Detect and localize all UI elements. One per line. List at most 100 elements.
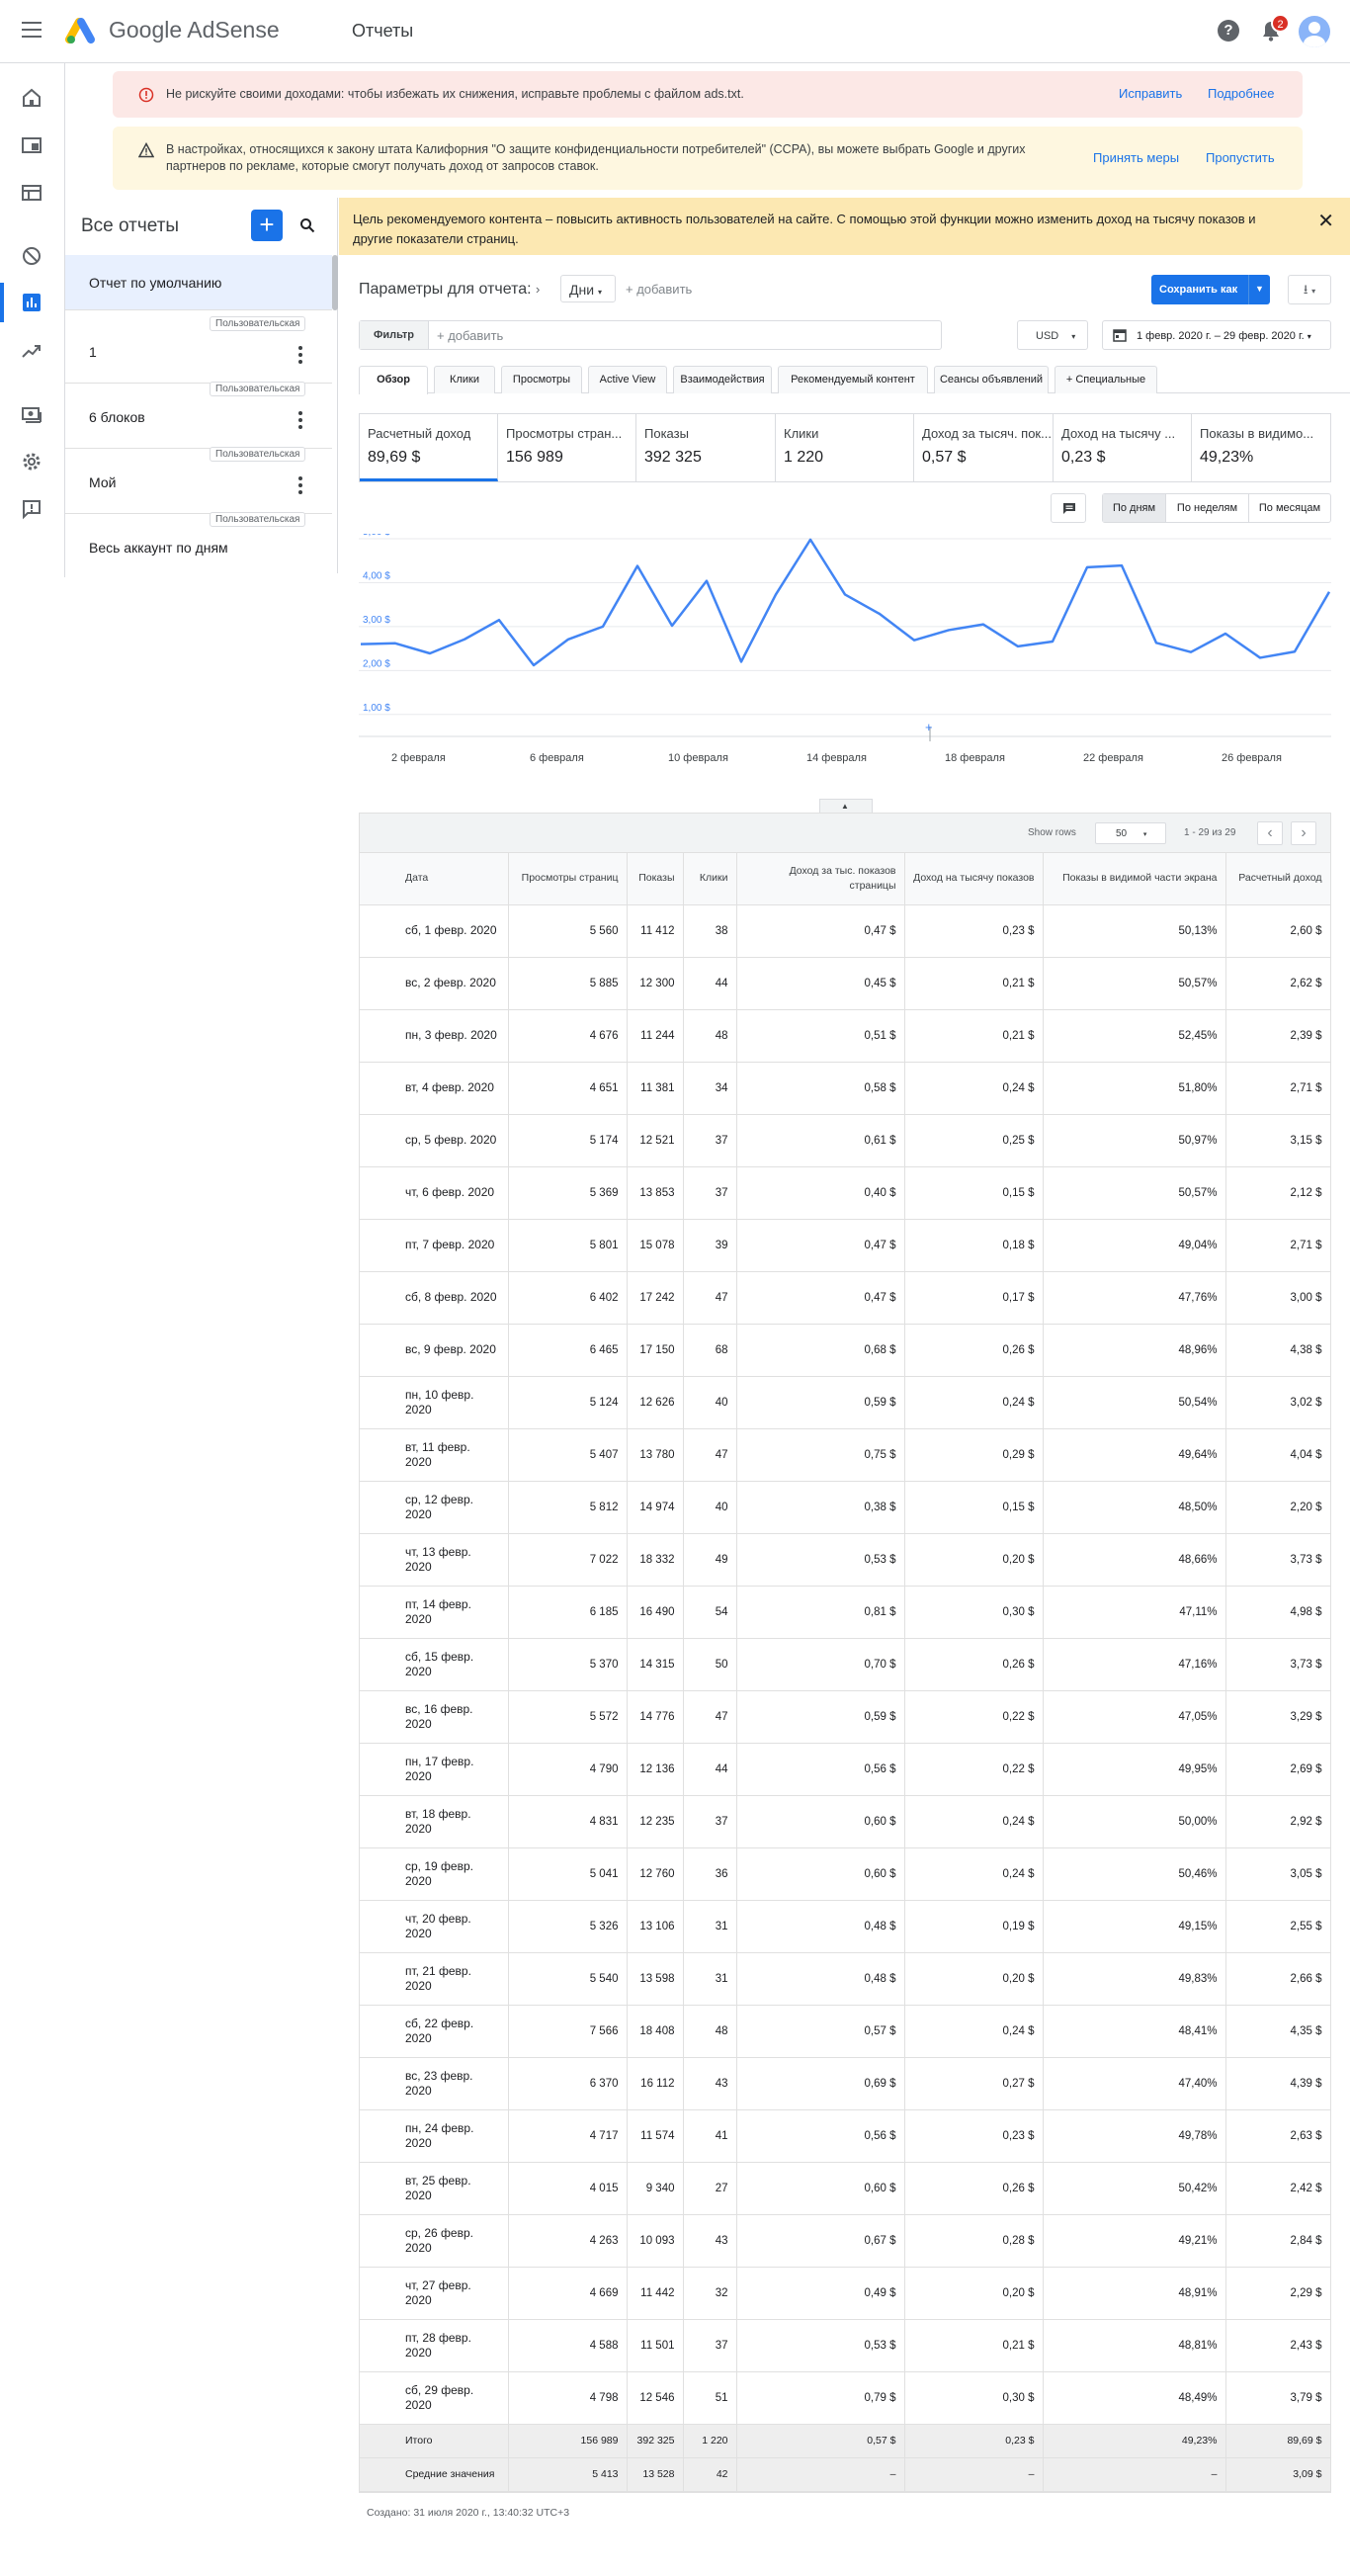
column-header[interactable]: Расчетный доход — [1225, 853, 1331, 905]
by-month-button[interactable]: По месяцам — [1249, 494, 1330, 522]
y-tick-label: 2,00 $ — [363, 658, 390, 669]
metric-card[interactable]: Доход на тысячу ... 0,23 $ — [1054, 414, 1192, 481]
panel-scrollbar[interactable] — [332, 255, 338, 310]
column-header[interactable]: Показы — [627, 853, 684, 905]
metric-card[interactable]: Клики 1 220 — [776, 414, 914, 481]
prev-page-button[interactable]: ‹ — [1257, 821, 1283, 845]
close-icon[interactable]: ✕ — [1317, 212, 1334, 231]
more-link[interactable]: Подробнее — [1208, 86, 1274, 101]
report-item[interactable]: Пользовательская 6 блоков — [65, 382, 332, 449]
sites-icon[interactable] — [21, 182, 42, 204]
tab-overview[interactable]: Обзор — [359, 366, 428, 394]
table-cell: 49 — [683, 1533, 737, 1587]
tab-recommended-content[interactable]: Рекомендуемый контент — [778, 366, 928, 393]
ads-icon[interactable] — [21, 134, 42, 156]
tab-interactions[interactable]: Взаимодействия — [673, 366, 772, 393]
comment-icon — [1063, 503, 1075, 514]
calendar-icon — [1113, 329, 1127, 342]
column-header[interactable]: Доход за тыс. показов страницы — [736, 853, 905, 905]
help-icon[interactable]: ? — [1218, 20, 1239, 42]
column-header[interactable]: Дата — [360, 853, 509, 905]
add-annotation-icon[interactable]: + — [925, 720, 933, 734]
brand-title: Google AdSense — [109, 17, 280, 43]
tab-clicks[interactable]: Клики — [434, 366, 495, 393]
collapse-chart-toggle[interactable]: ▲ — [819, 799, 873, 813]
more-options-icon[interactable] — [298, 476, 302, 494]
rows-select[interactable]: 50 ▾ — [1095, 822, 1166, 844]
table-cell: 18 332 — [627, 1533, 684, 1587]
filter-input[interactable]: + добавить — [437, 328, 503, 343]
report-item[interactable]: Пользовательская Мой — [65, 447, 332, 514]
params-label: Параметры для отчета: › — [359, 281, 541, 298]
metric-card[interactable]: Показы в видимо... 49,23% — [1192, 414, 1330, 481]
custom-tag: Пользовательская — [210, 447, 306, 462]
filter-bar[interactable]: Фильтр + добавить — [359, 320, 942, 350]
tab-views[interactable]: Просмотры — [501, 366, 582, 393]
add-report-button[interactable]: + — [251, 210, 283, 241]
metric-card[interactable]: Расчетный доход 89,69 $ — [360, 414, 498, 481]
table-row: вс, 2 февр. 2020 5 885 12 300 44 0,45 $0,21 … — [360, 957, 1331, 1010]
dimension-select[interactable]: Дни ▾ — [560, 275, 616, 302]
table-cell: ср, 26 февр. 2020 — [360, 2214, 509, 2268]
custom-tag: Пользовательская — [210, 316, 306, 331]
metric-card[interactable]: Доход за тысяч. пок... 0,57 $ — [914, 414, 1054, 481]
table-cell: 0,59 $ — [736, 1376, 905, 1429]
metric-card[interactable]: Показы 392 325 — [636, 414, 776, 481]
table-cell: 48,81% — [1043, 2319, 1226, 2372]
column-header[interactable]: Клики — [683, 853, 737, 905]
home-icon[interactable] — [21, 87, 42, 109]
blocking-icon[interactable] — [21, 245, 42, 267]
table-cell: 48,41% — [1043, 2005, 1226, 2058]
table-cell: 0,29 $ — [904, 1428, 1044, 1482]
annotation-button[interactable] — [1051, 493, 1086, 523]
next-page-button[interactable]: › — [1291, 821, 1316, 845]
report-item[interactable]: Пользовательская 1 — [65, 316, 332, 384]
custom-tag: Пользовательская — [210, 382, 306, 396]
payments-icon[interactable] — [21, 403, 42, 425]
by-week-button[interactable]: По неделям — [1166, 494, 1249, 522]
save-as-button[interactable]: Сохранить как ▼ — [1151, 275, 1270, 304]
search-icon[interactable] — [299, 217, 315, 233]
chevron-down-icon[interactable]: ▼ — [1248, 275, 1270, 304]
menu-icon[interactable] — [22, 22, 42, 38]
table-row: вс, 9 февр. 2020 6 465 17 150 68 0,68 $0,26 … — [360, 1324, 1331, 1377]
skip-link[interactable]: Пропустить — [1206, 150, 1275, 165]
table-cell: 51 — [683, 2371, 737, 2425]
add-dimension-link[interactable]: + добавить — [626, 282, 692, 297]
report-item-default[interactable]: Отчет по умолчанию — [65, 255, 332, 310]
table-cell: 50,57% — [1043, 1166, 1226, 1220]
reports-icon[interactable] — [21, 292, 42, 313]
feedback-icon[interactable] — [21, 498, 42, 520]
column-header[interactable]: Доход на тысячу показов — [904, 853, 1044, 905]
more-options-icon[interactable] — [298, 411, 302, 429]
currency-select[interactable]: USD ▾ — [1017, 320, 1088, 350]
by-day-button[interactable]: По дням — [1103, 494, 1166, 522]
table-cell: 0,30 $ — [904, 1586, 1044, 1639]
fix-link[interactable]: Исправить — [1119, 86, 1182, 101]
tab-ad-sessions[interactable]: Сеансы объявлений — [934, 366, 1049, 393]
table-cell: 11 381 — [627, 1062, 684, 1115]
table-cell: 37 — [683, 2319, 737, 2372]
report-item[interactable]: Пользовательская Весь аккаунт по дням — [65, 512, 332, 579]
table-cell: 0,53 $ — [736, 2319, 905, 2372]
table-cell: 3,29 $ — [1225, 1690, 1331, 1744]
table-cell: 13 853 — [627, 1166, 684, 1220]
more-options-icon[interactable] — [298, 346, 302, 364]
settings-icon[interactable] — [21, 451, 42, 472]
tab-active-view[interactable]: Active View — [588, 366, 667, 393]
column-header[interactable]: Показы в видимой части экрана — [1043, 853, 1226, 905]
optimization-icon[interactable] — [21, 340, 42, 362]
table-cell: пт, 21 февр. 2020 — [360, 1952, 509, 2006]
avatar[interactable] — [1299, 16, 1330, 47]
date-range-picker[interactable]: 1 февр. 2020 г. – 29 февр. 2020 г. ▾ — [1102, 320, 1331, 350]
table-cell: 0,79 $ — [736, 2371, 905, 2425]
metric-card[interactable]: Просмотры стран... 156 989 — [498, 414, 636, 481]
table-cell: 48 — [683, 1009, 737, 1063]
download-button[interactable]: ⭳ ▾ — [1288, 275, 1331, 304]
column-header[interactable]: Просмотры страниц — [508, 853, 628, 905]
table-cell: 38 — [683, 904, 737, 958]
tab-custom[interactable]: + Специальные — [1055, 366, 1157, 393]
table-cell: пн, 10 февр. 2020 — [360, 1376, 509, 1429]
adsense-logo — [65, 18, 95, 43]
accept-link[interactable]: Принять меры — [1093, 150, 1179, 165]
